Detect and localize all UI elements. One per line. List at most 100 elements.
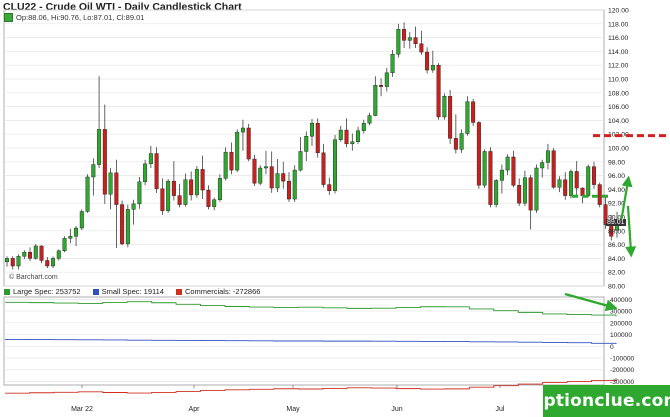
watermark-logo: optionclue.com <box>532 385 670 417</box>
price-tick-label: 114.00 <box>608 49 629 56</box>
candle-body <box>33 245 38 259</box>
candle-body <box>407 37 412 41</box>
legend-small-spec: Small Spec: 19114 <box>92 287 164 296</box>
x-tick-label: Apr <box>189 406 201 413</box>
candle-body <box>522 177 527 204</box>
candle-body <box>212 199 217 207</box>
candle-body <box>499 169 504 181</box>
candle-body <box>154 153 159 189</box>
last-price-tag: 89.01 <box>606 218 626 226</box>
candle-body <box>131 203 136 210</box>
candle-body <box>177 195 182 205</box>
legend-swatch <box>92 289 99 296</box>
candle-body <box>453 138 458 150</box>
candle-body <box>534 167 539 211</box>
candle-body <box>545 150 550 163</box>
candle-body <box>16 256 21 267</box>
candle-body <box>79 211 84 229</box>
candle-body <box>373 85 378 116</box>
candle-body <box>258 167 263 184</box>
candle-body <box>333 139 338 191</box>
candle-body <box>540 162 545 169</box>
price-tick-label: 98.00 <box>608 159 625 166</box>
candle-body <box>229 151 234 171</box>
candle-body <box>5 258 9 263</box>
ohlc-text: Op:88.06, Hi:90.76, Lo:87.01, Cl:89.01 <box>16 13 145 22</box>
candle-body <box>292 169 297 200</box>
cot-y-axis: 4000003000002000001000000-100000-200000-… <box>610 297 635 386</box>
price-tick-label: 84.00 <box>608 256 625 263</box>
candle-body <box>200 169 205 191</box>
candle-body <box>517 185 522 204</box>
candle-body <box>436 64 441 118</box>
candle-body <box>102 129 107 195</box>
candle-body <box>125 209 130 245</box>
candle-body <box>194 169 199 196</box>
candle-body <box>298 151 303 171</box>
candle-body <box>367 115 372 124</box>
candle-body <box>68 236 73 239</box>
candle-body <box>361 122 366 131</box>
candle-body <box>74 227 79 237</box>
x-tick-label: Jul <box>496 406 505 413</box>
candle-body <box>574 171 579 189</box>
candle-body <box>217 178 222 200</box>
x-tick-label: Jun <box>391 406 402 413</box>
candle-body <box>148 153 153 165</box>
cot-tick-label: 300000 <box>610 309 632 316</box>
price-tick-label: 94.00 <box>608 187 625 194</box>
candle-body <box>396 29 401 55</box>
candle-body <box>459 133 464 150</box>
candle-body <box>591 166 596 185</box>
arrow-down-icon <box>625 205 637 258</box>
candle-body <box>166 180 171 211</box>
candle-body <box>419 43 424 53</box>
candle-body <box>505 156 510 171</box>
candle-body <box>465 101 470 134</box>
candle-body <box>171 180 176 196</box>
copyright-label: © Barchart.com <box>9 274 58 281</box>
price-grid <box>4 9 604 287</box>
candle-body <box>45 260 50 267</box>
price-tick-label: 100.00 <box>608 146 629 153</box>
candle-body <box>448 96 453 139</box>
candle-body <box>476 122 481 186</box>
candle-body <box>269 166 274 189</box>
candle-body <box>286 180 291 200</box>
candle-body <box>528 177 533 211</box>
candle-body <box>597 184 602 205</box>
cot-tick-label: 0 <box>610 344 614 351</box>
candle-body <box>430 64 435 71</box>
price-y-axis: 80.0082.0084.0086.0088.0090.0092.0094.00… <box>608 8 629 291</box>
candle-body <box>28 251 33 259</box>
candle-body <box>356 130 361 142</box>
price-tick-label: 112.00 <box>608 63 629 70</box>
candle-body <box>263 166 268 169</box>
price-tick-label: 96.00 <box>608 173 625 180</box>
candle-body <box>551 150 556 188</box>
candle-body <box>350 141 355 145</box>
price-tick-label: 80.00 <box>608 284 625 291</box>
cot-tick-label: 200000 <box>610 320 632 327</box>
candle-body <box>62 238 67 252</box>
candle-body <box>315 122 320 154</box>
price-tick-label: 104.00 <box>608 118 629 125</box>
candle-body <box>189 179 194 196</box>
candle-body <box>108 172 113 195</box>
x-tick-label: May <box>286 406 300 413</box>
candle-body <box>402 29 407 41</box>
price-tick-label: 116.00 <box>608 35 629 42</box>
legend-swatch <box>4 289 10 296</box>
candle-body <box>281 173 286 182</box>
candle-body <box>327 184 332 191</box>
price-tick-label: 106.00 <box>608 104 629 111</box>
candle-body <box>304 136 309 152</box>
x-tick-label: Mar 22 <box>71 406 93 413</box>
candle-body <box>22 251 27 257</box>
chart-canvas[interactable]: 80.0082.0084.0086.0088.0090.0092.0094.00… <box>0 0 670 417</box>
candle-body <box>338 129 343 140</box>
ohlc-swatch <box>4 13 13 22</box>
candle-body <box>223 151 228 179</box>
candle-body <box>120 204 125 245</box>
candle-body <box>471 101 476 123</box>
